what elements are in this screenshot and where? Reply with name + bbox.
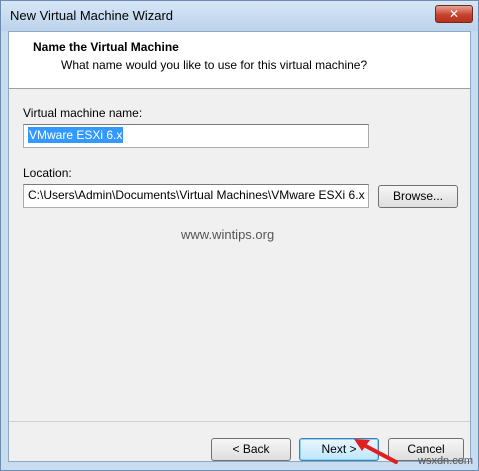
title-bar[interactable]: New Virtual Machine Wizard ✕ — [1, 1, 478, 31]
vm-name-value: VMware ESXi 6.x — [28, 127, 124, 143]
close-icon: ✕ — [448, 7, 460, 21]
wizard-content: Name the Virtual Machine What name would… — [8, 31, 471, 462]
site-watermark: www.wintips.org — [181, 227, 275, 242]
page-title: Name the Virtual Machine — [33, 40, 179, 54]
back-button[interactable]: < Back — [211, 438, 291, 461]
annotation-arrow-icon — [354, 439, 398, 464]
window-title: New Virtual Machine Wizard — [10, 8, 174, 23]
vm-name-input[interactable]: VMware ESXi 6.x — [23, 124, 369, 148]
location-label: Location: — [23, 166, 72, 180]
corner-watermark: wsxdn.com — [418, 455, 474, 467]
wizard-header: Name the Virtual Machine What name would… — [9, 32, 470, 89]
location-value: C:\Users\Admin\Documents\Virtual Machine… — [28, 188, 365, 202]
close-button[interactable]: ✕ — [435, 5, 473, 23]
location-input[interactable]: C:\Users\Admin\Documents\Virtual Machine… — [23, 184, 369, 208]
vm-name-label: Virtual machine name: — [23, 106, 143, 120]
browse-button[interactable]: Browse... — [378, 185, 458, 208]
page-subtitle: What name would you like to use for this… — [61, 58, 368, 72]
footer-divider — [9, 421, 470, 422]
